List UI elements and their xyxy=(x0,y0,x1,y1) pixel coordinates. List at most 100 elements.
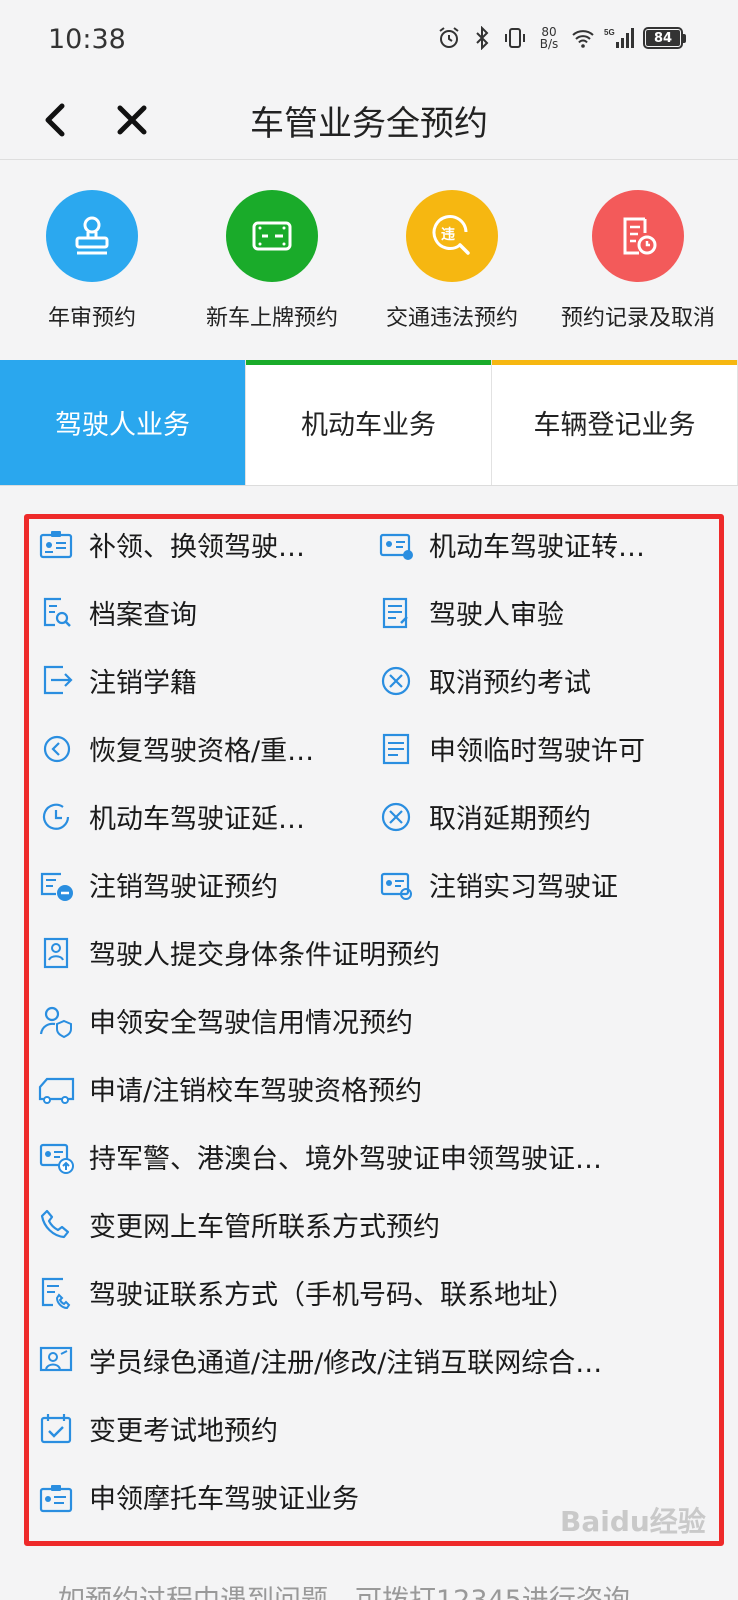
quick-action-label: 预约记录及取消 xyxy=(560,306,715,331)
service-label: 申领摩托车驾驶证业务 xyxy=(89,1483,359,1515)
quick-action-circle xyxy=(226,190,318,282)
quick-action-label: 年审预约 xyxy=(47,306,136,331)
calendar-check-icon xyxy=(40,1414,72,1444)
alarm-icon xyxy=(439,27,459,48)
service-item[interactable]: 机动车驾驶证转… xyxy=(377,519,707,569)
service-item[interactable]: 取消延期预约 xyxy=(377,791,707,841)
phone-icon xyxy=(40,1209,70,1239)
service-item[interactable]: 取消预约考试 xyxy=(377,655,707,705)
service-label: 恢复驾驶资格/重… xyxy=(89,735,315,767)
status-bar: 10:38 80 B/s 5G 84 xyxy=(0,0,738,84)
service-label: 变更考试地预约 xyxy=(89,1415,278,1447)
service-item[interactable]: 补领、换领驾驶… xyxy=(37,519,357,569)
cancel-circle-icon xyxy=(381,802,411,832)
id-card-transfer-icon xyxy=(379,533,413,560)
service-label: 档案查询 xyxy=(89,599,197,631)
service-item[interactable]: 变更考试地预约 xyxy=(37,1403,707,1453)
watermark: Baidu经验 xyxy=(560,1505,706,1538)
quick-action-records[interactable]: 预约记录及取消 xyxy=(546,190,730,332)
service-label: 取消延期预约 xyxy=(429,803,591,835)
bluetooth-icon xyxy=(476,26,489,50)
net-speed: 80 B/s xyxy=(536,26,562,50)
service-item[interactable]: 申请/注销校车驾驶资格预约 xyxy=(37,1063,707,1113)
service-item[interactable]: 学员绿色通道/注册/修改/注销互联网综合… xyxy=(37,1335,707,1385)
service-item[interactable]: 恢复驾驶资格/重… xyxy=(37,723,357,773)
stamp-icon xyxy=(75,216,109,255)
restore-icon xyxy=(43,735,71,763)
quick-action-violation[interactable]: 违 交通违法预约 xyxy=(360,190,544,332)
shield-user-icon xyxy=(39,1006,72,1039)
service-item[interactable]: 档案查询 xyxy=(37,587,357,637)
svg-text:违: 违 xyxy=(441,226,455,243)
footer-help-text: 如预约过程中遇到问题，可拨打12345进行咨询 xyxy=(58,1578,630,1600)
category-tabs: 驾驶人业务 机动车业务 车辆登记业务 xyxy=(0,360,738,486)
service-item[interactable]: 变更网上车管所联系方式预约 xyxy=(37,1199,707,1249)
service-label: 变更网上车管所联系方式预约 xyxy=(89,1211,440,1243)
document-edit-icon xyxy=(382,597,408,629)
tab-label: 机动车业务 xyxy=(301,410,436,441)
service-list: 补领、换领驾驶… 机动车驾驶证转… 档案查询 驾驶人审验 注销学籍 取消预约考试… xyxy=(24,514,724,1546)
service-label: 取消预约考试 xyxy=(429,667,591,699)
tab-label: 车辆登记业务 xyxy=(533,410,696,441)
page-title: 车管业务全预约 xyxy=(250,104,488,144)
quick-action-annual-review[interactable]: 年审预约 xyxy=(0,190,184,332)
service-item[interactable]: 驾驶人提交身体条件证明预约 xyxy=(37,927,707,977)
service-label: 驾驶人提交身体条件证明预约 xyxy=(89,939,440,971)
service-item[interactable]: 注销学籍 xyxy=(37,655,357,705)
quick-action-circle xyxy=(592,190,684,282)
service-label: 机动车驾驶证延… xyxy=(89,803,305,835)
student-board-icon xyxy=(39,1346,73,1372)
license-plate-icon xyxy=(252,221,292,251)
service-label: 补领、换领驾驶… xyxy=(89,531,305,563)
logout-arrow-icon xyxy=(43,665,73,695)
quick-action-circle xyxy=(46,190,138,282)
service-label: 驾驶证联系方式（手机号码、联系地址） xyxy=(89,1279,575,1311)
service-label: 注销驾驶证预约 xyxy=(89,871,278,903)
service-item[interactable]: 申领安全驾驶信用情况预约 xyxy=(37,995,707,1045)
tab-driver-services[interactable]: 驾驶人业务 xyxy=(0,360,246,485)
service-item[interactable]: 机动车驾驶证延… xyxy=(37,791,357,841)
service-label: 申领安全驾驶信用情况预约 xyxy=(89,1007,413,1039)
bus-icon xyxy=(38,1077,75,1104)
quick-action-circle: 违 xyxy=(406,190,498,282)
tab-vehicle-services[interactable]: 机动车业务 xyxy=(246,360,492,485)
service-label: 机动车驾驶证转… xyxy=(429,531,645,563)
quick-actions: 年审预约 新车上牌预约 违 交通违法预约 预约记录及取消 xyxy=(0,162,738,358)
battery-indicator: 84 xyxy=(643,27,686,49)
quick-action-label: 交通违法预约 xyxy=(385,306,518,331)
document-list-icon xyxy=(382,733,410,765)
quick-action-new-plate[interactable]: 新车上牌预约 xyxy=(180,190,364,332)
wifi-icon xyxy=(572,30,594,48)
vibrate-icon xyxy=(505,28,525,48)
service-item[interactable]: 驾驶证联系方式（手机号码、联系地址） xyxy=(37,1267,707,1317)
service-item[interactable]: 驾驶人审验 xyxy=(377,587,707,637)
net-speed-unit: B/s xyxy=(539,37,559,51)
svg-text:5G: 5G xyxy=(604,28,615,37)
clock-extend-icon xyxy=(42,803,70,830)
service-label: 申请/注销校车驾驶资格预约 xyxy=(89,1075,423,1107)
violation-search-icon: 违 xyxy=(432,215,470,255)
document-search-icon xyxy=(43,597,71,627)
service-item[interactable]: 注销实习驾驶证 xyxy=(377,859,707,909)
service-label: 驾驶人审验 xyxy=(429,599,564,631)
status-time: 10:38 xyxy=(48,24,126,55)
service-label: 持军警、港澳台、境外驾驶证申领驾驶证… xyxy=(89,1143,602,1175)
app-header: 车管业务全预约 xyxy=(0,84,738,160)
service-label: 学员绿色通道/注册/修改/注销互联网综合… xyxy=(89,1347,603,1379)
document-phone-icon xyxy=(41,1277,71,1310)
service-item[interactable]: 申领临时驾驶许可 xyxy=(377,723,707,773)
card-minus-icon xyxy=(40,872,73,901)
service-item[interactable]: 持军警、港澳台、境外驾驶证申领驾驶证… xyxy=(37,1131,707,1181)
service-item[interactable]: 注销驾驶证预约 xyxy=(37,859,357,909)
service-label: 申领临时驾驶许可 xyxy=(429,735,645,767)
service-label: 注销实习驾驶证 xyxy=(429,871,618,903)
id-card-clock-icon xyxy=(380,872,412,900)
quick-action-label: 新车上牌预约 xyxy=(205,306,338,331)
card-upload-icon xyxy=(39,1143,74,1174)
medical-report-icon xyxy=(43,937,69,969)
motorcycle-card-icon xyxy=(39,1485,73,1513)
service-label: 注销学籍 xyxy=(89,667,197,699)
cancel-circle-icon xyxy=(381,666,411,696)
cellular-signal-icon: 5G xyxy=(604,28,634,48)
tab-vehicle-registration[interactable]: 车辆登记业务 xyxy=(492,360,738,485)
